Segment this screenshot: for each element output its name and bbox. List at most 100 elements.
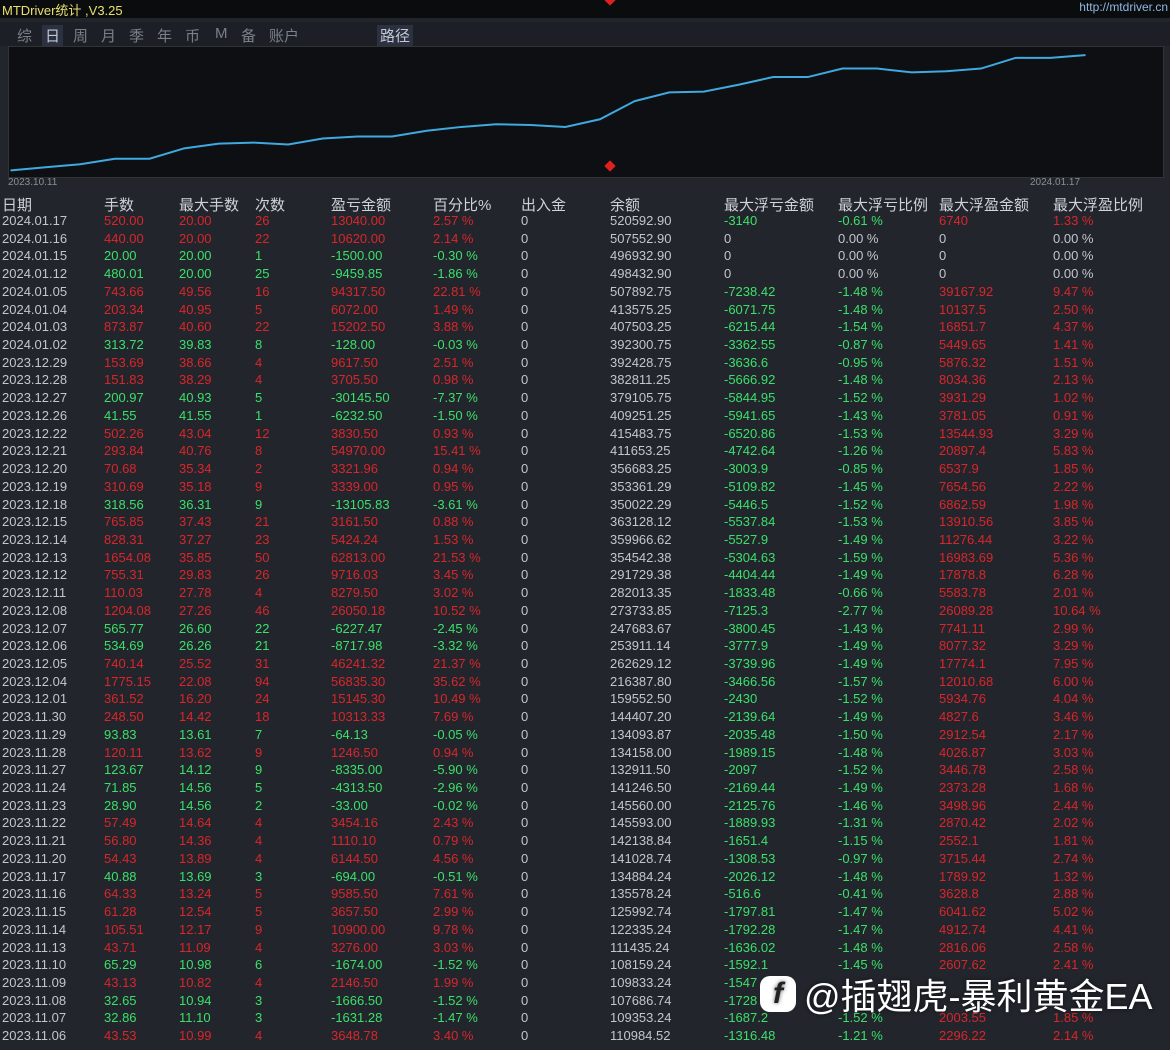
table-cell: 2023.11.07 <box>2 1010 67 1026</box>
table-cell: 4 <box>255 372 263 388</box>
table-cell: 2.01 % <box>1053 585 1094 601</box>
table-cell: 356683.25 <box>610 461 672 477</box>
balance-point <box>322 137 324 140</box>
tab-10[interactable]: 路径 <box>377 25 414 46</box>
table-cell: -1797.81 <box>724 904 776 920</box>
table-cell: 110.03 <box>104 585 143 601</box>
table-cell: 13040.00 <box>331 213 386 228</box>
tab-5[interactable]: 年 <box>154 25 175 46</box>
table-cell: 105.51 <box>104 921 144 937</box>
tab-2[interactable]: 周 <box>70 25 91 46</box>
table-cell: 0.00 % <box>1053 266 1094 282</box>
table-cell: 15145.30 <box>331 691 386 707</box>
table-cell: 20.00 <box>179 213 212 228</box>
balance-point <box>1084 54 1086 56</box>
table-cell: 2.22 % <box>1053 478 1094 494</box>
table-cell: 0.00 % <box>838 230 879 246</box>
table-cell: -33.00 <box>331 797 368 813</box>
column-header[interactable]: 盈亏金额 <box>331 194 391 215</box>
table-cell: 359966.62 <box>610 531 672 547</box>
column-header[interactable]: 最大浮亏金额 <box>724 194 814 215</box>
table-cell: 2024.01.04 <box>2 301 68 317</box>
table-cell: 94317.50 <box>331 283 386 299</box>
column-header[interactable]: 最大手数 <box>179 194 239 215</box>
table-cell: 1.41 % <box>1053 337 1094 353</box>
table-cell: 565.77 <box>104 620 144 636</box>
table-cell: 1.68 % <box>1053 780 1094 796</box>
table-cell: 2024.01.12 <box>2 266 68 282</box>
table-cell: 0 <box>521 797 529 813</box>
column-header[interactable]: 日期 <box>2 194 32 215</box>
table-cell: 2023.11.27 <box>2 762 67 778</box>
table-cell: 0 <box>521 514 529 530</box>
table-cell: 3339.00 <box>331 478 378 494</box>
table-cell: 4.37 % <box>1053 319 1094 335</box>
table-cell: -1.53 % <box>838 425 883 441</box>
balance-point <box>876 67 878 70</box>
table-cell: 1 <box>255 407 263 423</box>
table-cell: 4 <box>255 974 263 990</box>
column-header[interactable]: 百分比% <box>433 194 491 215</box>
table-cell: 110984.52 <box>610 1028 671 1044</box>
table-cell: 2552.1 <box>939 833 979 849</box>
table-cell: 2024.01.03 <box>2 319 68 335</box>
table-cell: 1.02 % <box>1053 390 1094 406</box>
table-cell: 2023.11.28 <box>2 744 67 760</box>
table-cell: 108159.24 <box>610 957 672 973</box>
table-cell: 310.69 <box>104 478 144 494</box>
tab-4[interactable]: 季 <box>126 25 147 46</box>
table-cell: 2023.12.15 <box>2 514 68 530</box>
table-cell: 0 <box>724 230 732 246</box>
table-cell: 2023.11.24 <box>2 780 67 796</box>
table-cell: 4827.6 <box>939 709 979 725</box>
table-cell: -1666.50 <box>331 992 383 1008</box>
table-cell: 2023.12.26 <box>2 407 68 423</box>
table-cell: 20.00 <box>179 266 212 282</box>
table-cell: 2023.11.16 <box>2 886 67 902</box>
table-cell: 153.69 <box>104 354 144 370</box>
balance-point <box>703 90 705 93</box>
table-cell: 41.55 <box>179 407 212 423</box>
table-cell: 3 <box>255 992 263 1008</box>
table-cell: 2146.50 <box>331 974 378 990</box>
table-cell: 10137.5 <box>939 301 986 317</box>
table-cell: 3705.50 <box>331 372 378 388</box>
tab-9[interactable]: 账户 <box>266 25 302 46</box>
table-cell: -1.50 % <box>838 726 883 742</box>
table-cell: 4 <box>255 354 263 370</box>
table-cell: 10.99 <box>179 1028 212 1044</box>
table-cell: 13910.56 <box>939 514 994 530</box>
website-link[interactable]: http://mtdriver.cn <box>1079 0 1168 14</box>
table-cell: 0 <box>521 833 529 849</box>
column-header[interactable]: 最大浮亏比例 <box>838 194 928 215</box>
table-cell: 13.61 <box>179 726 212 742</box>
table-cell: 6740 <box>939 213 968 228</box>
table-cell: 135578.24 <box>610 886 672 902</box>
column-header[interactable]: 出入金 <box>521 194 566 215</box>
table-cell: 0.88 % <box>433 514 474 530</box>
column-header[interactable]: 最大浮盈金额 <box>939 194 1029 215</box>
tab-6[interactable]: 币 <box>182 25 203 46</box>
column-header[interactable]: 次数 <box>255 194 285 215</box>
table-cell: 40.93 <box>179 390 212 406</box>
table-cell: -7238.42 <box>724 283 776 299</box>
table-cell: -2125.76 <box>724 797 776 813</box>
tab-8[interactable]: 备 <box>238 25 259 46</box>
column-header[interactable]: 余额 <box>610 194 640 215</box>
tab-7[interactable]: M <box>212 25 231 42</box>
column-header[interactable]: 手数 <box>104 194 134 215</box>
table-cell: 151.83 <box>104 372 144 388</box>
table-cell: 0 <box>521 390 529 406</box>
table-cell: 8 <box>255 337 263 353</box>
table-cell: 0 <box>521 762 529 778</box>
tab-0[interactable]: 综 <box>14 25 35 46</box>
tab-3[interactable]: 月 <box>98 25 119 46</box>
table-cell: 2023.11.21 <box>2 833 67 849</box>
tab-1[interactable]: 日 <box>42 25 64 46</box>
table-cell: 765.85 <box>104 514 144 530</box>
table-cell: 2023.11.08 <box>2 992 67 1008</box>
column-header[interactable]: 最大浮盈比例 <box>1053 194 1143 215</box>
balance-point <box>148 157 151 160</box>
table-cell: -0.97 % <box>838 850 883 866</box>
table-cell: 9 <box>255 496 263 512</box>
